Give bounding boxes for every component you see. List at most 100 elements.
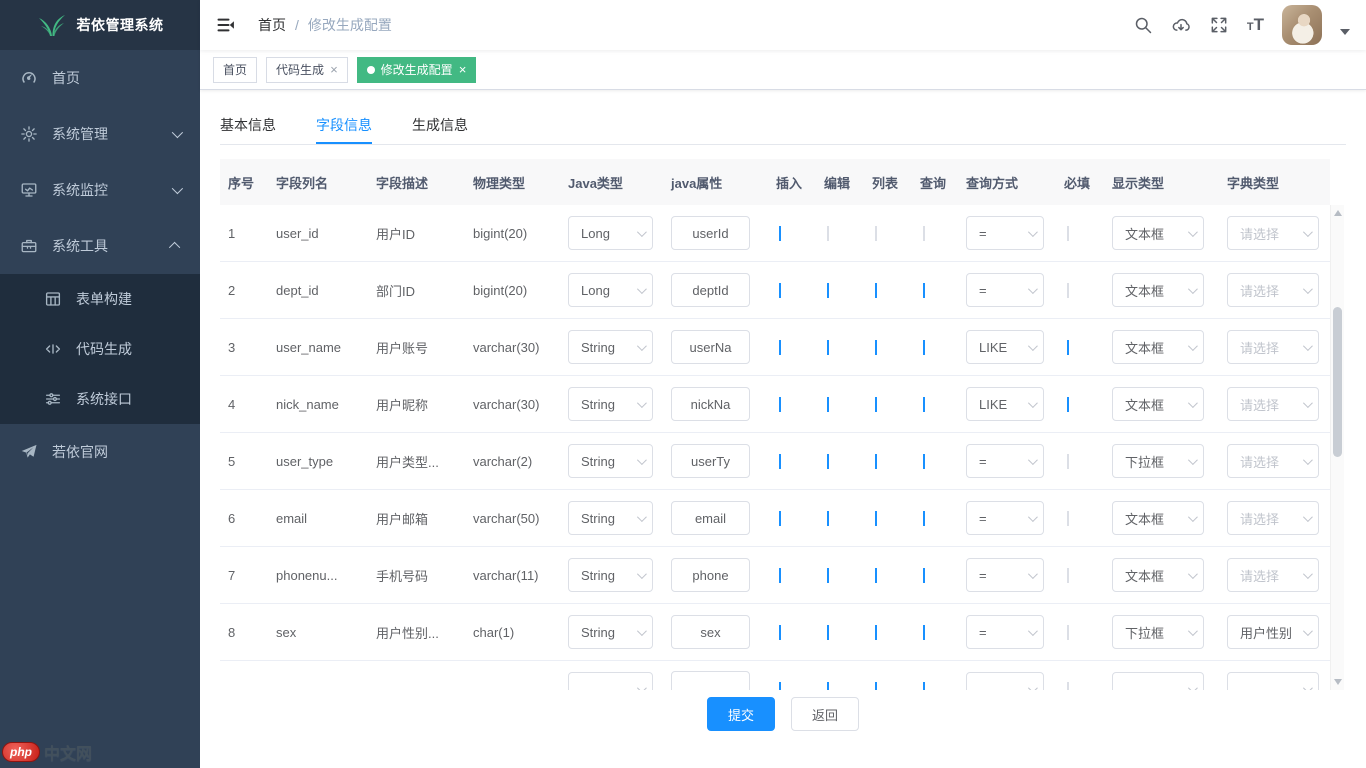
- sidebar-item-ruoyi-site[interactable]: 若依官网: [0, 424, 200, 480]
- required-checkbox[interactable]: [1067, 397, 1069, 412]
- java-prop-input[interactable]: phone: [671, 558, 750, 592]
- required-checkbox[interactable]: [1067, 454, 1069, 469]
- java-type-select[interactable]: String: [568, 444, 653, 478]
- edit-checkbox[interactable]: [827, 397, 829, 412]
- query-type-select[interactable]: =: [966, 216, 1044, 250]
- query-type-select[interactable]: LIKE: [966, 330, 1044, 364]
- query-checkbox[interactable]: [923, 511, 925, 526]
- java-prop-input[interactable]: email: [671, 501, 750, 535]
- tab-2[interactable]: 生成信息: [412, 105, 468, 144]
- close-icon[interactable]: ×: [459, 63, 467, 76]
- java-type-select[interactable]: [568, 672, 653, 690]
- insert-checkbox[interactable]: [779, 682, 781, 691]
- required-checkbox[interactable]: [1067, 283, 1069, 298]
- java-type-select[interactable]: String: [568, 387, 653, 421]
- java-prop-input[interactable]: nickNa: [671, 387, 750, 421]
- java-prop-input[interactable]: userTy: [671, 444, 750, 478]
- java-prop-input[interactable]: userId: [671, 216, 750, 250]
- java-prop-input[interactable]: [671, 671, 750, 691]
- sidebar-item-system-manage[interactable]: 系统管理: [0, 106, 200, 162]
- list-checkbox[interactable]: [875, 568, 877, 583]
- query-checkbox[interactable]: [923, 226, 925, 241]
- query-checkbox[interactable]: [923, 682, 925, 691]
- edit-checkbox[interactable]: [827, 340, 829, 355]
- insert-checkbox[interactable]: [779, 397, 781, 412]
- java-type-select[interactable]: String: [568, 501, 653, 535]
- dict-type-select[interactable]: 请选择: [1227, 387, 1319, 421]
- required-checkbox[interactable]: [1067, 226, 1069, 241]
- java-prop-input[interactable]: deptId: [671, 273, 750, 307]
- display-type-select[interactable]: 文本框: [1112, 501, 1204, 535]
- display-type-select[interactable]: 文本框: [1112, 273, 1204, 307]
- query-type-select[interactable]: =: [966, 501, 1044, 535]
- insert-checkbox[interactable]: [779, 568, 781, 583]
- sidebar-item-home[interactable]: 首页: [0, 50, 200, 106]
- java-type-select[interactable]: String: [568, 330, 653, 364]
- edit-checkbox[interactable]: [827, 226, 829, 241]
- edit-checkbox[interactable]: [827, 625, 829, 640]
- table-scrollbar[interactable]: [1330, 205, 1344, 690]
- java-prop-input[interactable]: sex: [671, 615, 750, 649]
- edit-checkbox[interactable]: [827, 568, 829, 583]
- required-checkbox[interactable]: [1067, 340, 1069, 355]
- display-type-select[interactable]: 文本框: [1112, 330, 1204, 364]
- insert-checkbox[interactable]: [779, 226, 781, 241]
- display-type-select[interactable]: 下拉框: [1112, 615, 1204, 649]
- sidebar-item-system-tools[interactable]: 系统工具: [0, 218, 200, 274]
- query-checkbox[interactable]: [923, 625, 925, 640]
- insert-checkbox[interactable]: [779, 454, 781, 469]
- tab-0[interactable]: 基本信息: [220, 105, 276, 144]
- fullscreen-icon[interactable]: [1209, 15, 1229, 35]
- dict-type-select[interactable]: [1227, 672, 1319, 690]
- sidebar-item-form-build[interactable]: 表单构建: [0, 274, 200, 324]
- sidebar-item-system-api[interactable]: 系统接口: [0, 374, 200, 424]
- insert-checkbox[interactable]: [779, 625, 781, 640]
- app-logo[interactable]: 若依管理系统: [0, 0, 200, 50]
- query-type-select[interactable]: [966, 672, 1044, 690]
- required-checkbox[interactable]: [1067, 625, 1069, 640]
- dict-type-select[interactable]: 请选择: [1227, 558, 1319, 592]
- required-checkbox[interactable]: [1067, 682, 1069, 691]
- query-checkbox[interactable]: [923, 568, 925, 583]
- dict-type-select[interactable]: 请选择: [1227, 273, 1319, 307]
- query-type-select[interactable]: =: [966, 273, 1044, 307]
- query-type-select[interactable]: =: [966, 444, 1044, 478]
- sidebar-toggle-icon[interactable]: [216, 15, 236, 35]
- query-type-select[interactable]: LIKE: [966, 387, 1044, 421]
- list-checkbox[interactable]: [875, 397, 877, 412]
- edit-checkbox[interactable]: [827, 682, 829, 691]
- scroll-down-icon[interactable]: [1334, 679, 1342, 685]
- query-checkbox[interactable]: [923, 397, 925, 412]
- query-checkbox[interactable]: [923, 454, 925, 469]
- breadcrumb-home[interactable]: 首页: [258, 15, 286, 35]
- insert-checkbox[interactable]: [779, 511, 781, 526]
- java-type-select[interactable]: String: [568, 615, 653, 649]
- java-type-select[interactable]: Long: [568, 216, 653, 250]
- insert-checkbox[interactable]: [779, 283, 781, 298]
- sidebar-item-system-monitor[interactable]: 系统监控: [0, 162, 200, 218]
- display-type-select[interactable]: 文本框: [1112, 387, 1204, 421]
- dict-type-select[interactable]: 用户性别: [1227, 615, 1319, 649]
- query-checkbox[interactable]: [923, 283, 925, 298]
- cloud-download-icon[interactable]: [1171, 15, 1191, 35]
- display-type-select[interactable]: [1112, 672, 1204, 690]
- query-checkbox[interactable]: [923, 340, 925, 355]
- back-button[interactable]: 返回: [791, 697, 859, 731]
- tag-0[interactable]: 首页: [213, 57, 257, 83]
- submit-button[interactable]: 提交: [707, 697, 775, 731]
- insert-checkbox[interactable]: [779, 340, 781, 355]
- list-checkbox[interactable]: [875, 625, 877, 640]
- font-size-icon[interactable]: TT: [1247, 16, 1264, 34]
- display-type-select[interactable]: 文本框: [1112, 216, 1204, 250]
- scrollbar-thumb[interactable]: [1333, 307, 1342, 457]
- java-type-select[interactable]: Long: [568, 273, 653, 307]
- query-type-select[interactable]: =: [966, 558, 1044, 592]
- list-checkbox[interactable]: [875, 682, 877, 691]
- java-prop-input[interactable]: userNa: [671, 330, 750, 364]
- java-type-select[interactable]: String: [568, 558, 653, 592]
- display-type-select[interactable]: 下拉框: [1112, 444, 1204, 478]
- list-checkbox[interactable]: [875, 226, 877, 241]
- required-checkbox[interactable]: [1067, 568, 1069, 583]
- avatar[interactable]: [1282, 5, 1322, 45]
- close-icon[interactable]: ×: [330, 63, 338, 76]
